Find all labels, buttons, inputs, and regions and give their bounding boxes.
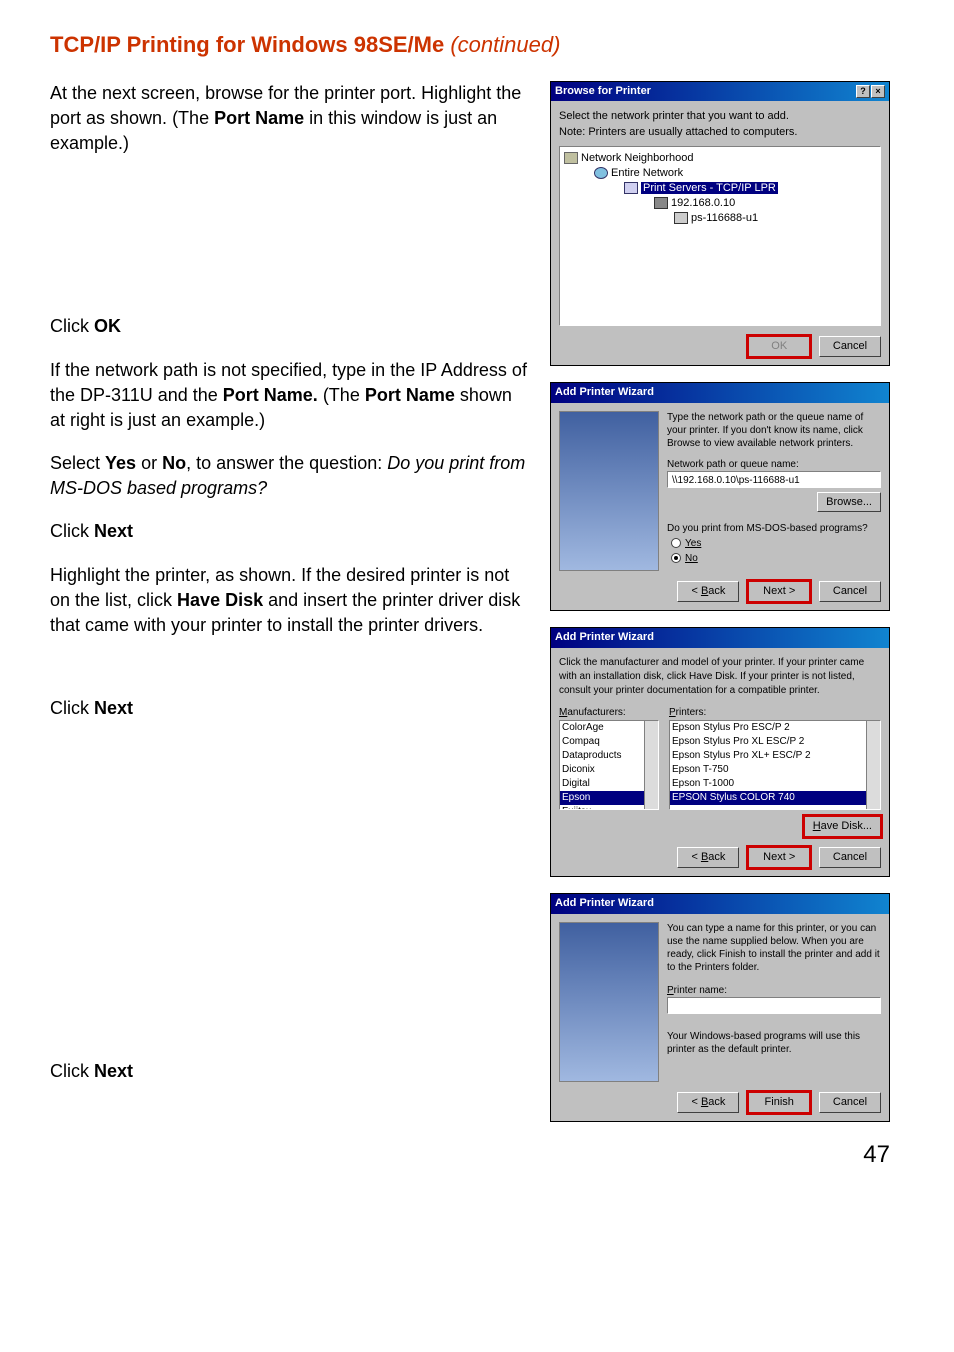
cancel-button[interactable]: Cancel	[819, 336, 881, 357]
printers-list[interactable]: Epson Stylus Pro ESC/P 2 Epson Stylus Pr…	[669, 720, 881, 810]
computer-icon	[654, 197, 668, 209]
page-number: 47	[550, 1138, 890, 1172]
scrollbar[interactable]	[644, 721, 658, 809]
list-item-selected[interactable]: Epson	[560, 791, 644, 805]
tree-node-printer[interactable]: ps-116688-u1	[674, 211, 876, 226]
msdos-question: Do you print from MS-DOS-based programs?	[667, 522, 881, 535]
next-button[interactable]: Next >	[748, 581, 810, 602]
title-continued: (continued)	[450, 32, 560, 57]
page-title: TCP/IP Printing for Windows 98SE/Me (con…	[50, 30, 904, 61]
list-item[interactable]: Compaq	[560, 735, 644, 749]
back-button[interactable]: < Back	[677, 581, 739, 602]
help-icon[interactable]: ?	[856, 85, 870, 98]
back-button[interactable]: < Back	[677, 847, 739, 868]
dialog-text: Select the network printer that you want…	[559, 109, 881, 124]
network-tree[interactable]: Network Neighborhood Entire Network Prin…	[559, 146, 881, 326]
server-icon	[624, 182, 638, 194]
finish-button[interactable]: Finish	[748, 1092, 810, 1113]
titlebar-text: Add Printer Wizard	[555, 630, 654, 645]
instruction-p1: At the next screen, browse for the print…	[50, 81, 530, 157]
globe-icon	[594, 167, 608, 179]
ok-button[interactable]: OK	[748, 336, 810, 357]
titlebar-text: Add Printer Wizard	[555, 385, 654, 400]
cancel-button[interactable]: Cancel	[819, 847, 881, 868]
instruction-click-next-1: Click Next	[50, 519, 530, 544]
tree-node-ip[interactable]: 192.168.0.10	[654, 196, 876, 211]
browse-for-printer-dialog: Browse for Printer ? × Select the networ…	[550, 81, 890, 367]
tree-node-entire-network[interactable]: Entire Network	[594, 166, 876, 181]
instruction-p6: Highlight the printer, as shown. If the …	[50, 563, 530, 639]
cancel-button[interactable]: Cancel	[819, 1092, 881, 1113]
list-item[interactable]: Diconix	[560, 763, 644, 777]
wizard-text: You can type a name for this printer, or…	[667, 922, 881, 974]
add-printer-wizard-name-dialog: Add Printer Wizard You can type a name f…	[550, 893, 890, 1122]
list-item[interactable]: Epson T-750	[670, 763, 866, 777]
list-item[interactable]: ColorAge	[560, 721, 644, 735]
path-label: Network path or queue name:	[667, 458, 881, 471]
radio-icon	[671, 553, 681, 563]
instruction-p3: If the network path is not specified, ty…	[50, 358, 530, 434]
printer-name-label: Printer name:	[667, 984, 881, 997]
manufacturers-label: Manufacturers:	[559, 706, 659, 720]
list-item-selected[interactable]: EPSON Stylus COLOR 740	[670, 791, 866, 805]
title-text: TCP/IP Printing for Windows 98SE/Me	[50, 32, 444, 57]
wizard-text: Type the network path or the queue name …	[667, 411, 881, 450]
list-item[interactable]: Epson T-1000	[670, 777, 866, 791]
titlebar[interactable]: Add Printer Wizard	[551, 628, 889, 647]
list-item[interactable]: Dataproducts	[560, 749, 644, 763]
instruction-p4: Select Yes or No, to answer the question…	[50, 451, 530, 501]
scrollbar[interactable]	[866, 721, 880, 809]
network-icon	[564, 152, 578, 164]
radio-no[interactable]: No	[671, 552, 881, 565]
printer-icon	[674, 212, 688, 224]
network-path-input[interactable]: \\192.168.0.10\ps-116688-u1	[667, 471, 881, 488]
printer-name-input[interactable]: EPSON Stylus COLOR 740	[667, 997, 881, 1014]
radio-icon	[671, 538, 681, 548]
default-printer-text: Your Windows-based programs will use thi…	[667, 1030, 881, 1056]
screenshots-column: Browse for Printer ? × Select the networ…	[550, 81, 890, 1172]
next-button[interactable]: Next >	[748, 847, 810, 868]
manufacturers-list[interactable]: ColorAge Compaq Dataproducts Diconix Dig…	[559, 720, 659, 810]
titlebar[interactable]: Add Printer Wizard	[551, 383, 889, 402]
instruction-click-next-2: Click Next	[50, 696, 530, 721]
titlebar-text: Add Printer Wizard	[555, 896, 654, 911]
close-icon[interactable]: ×	[871, 85, 885, 98]
browse-button[interactable]: Browse...	[817, 492, 881, 512]
instructions-column: At the next screen, browse for the print…	[50, 81, 530, 1172]
tree-node-network[interactable]: Network Neighborhood	[564, 151, 876, 166]
list-item[interactable]: Fujitsu	[560, 805, 644, 810]
wizard-image	[559, 922, 659, 1082]
titlebar[interactable]: Add Printer Wizard	[551, 894, 889, 913]
list-item[interactable]: Epson Stylus Pro ESC/P 2	[670, 721, 866, 735]
printers-label: Printers:	[669, 706, 881, 720]
wizard-text: Click the manufacturer and model of your…	[559, 656, 881, 698]
wizard-image	[559, 411, 659, 571]
have-disk-button[interactable]: Have Disk...	[804, 816, 881, 837]
list-item[interactable]: Epson Stylus Pro XL ESC/P 2	[670, 735, 866, 749]
add-printer-wizard-path-dialog: Add Printer Wizard Type the network path…	[550, 382, 890, 611]
tree-node-print-servers[interactable]: Print Servers - TCP/IP LPR	[624, 181, 876, 196]
add-printer-wizard-model-dialog: Add Printer Wizard Click the manufacture…	[550, 627, 890, 877]
instruction-click-next-3: Click Next	[50, 1059, 530, 1084]
list-item[interactable]: Epson Stylus Pro XL+ ESC/P 2	[670, 749, 866, 763]
instruction-click-ok: Click OK	[50, 314, 530, 339]
titlebar-text: Browse for Printer	[555, 84, 651, 99]
radio-yes[interactable]: Yes	[671, 537, 881, 550]
cancel-button[interactable]: Cancel	[819, 581, 881, 602]
back-button[interactable]: < Back	[677, 1092, 739, 1113]
dialog-text-note: Note: Printers are usually attached to c…	[559, 125, 881, 140]
list-item[interactable]: Digital	[560, 777, 644, 791]
titlebar[interactable]: Browse for Printer ? ×	[551, 82, 889, 101]
